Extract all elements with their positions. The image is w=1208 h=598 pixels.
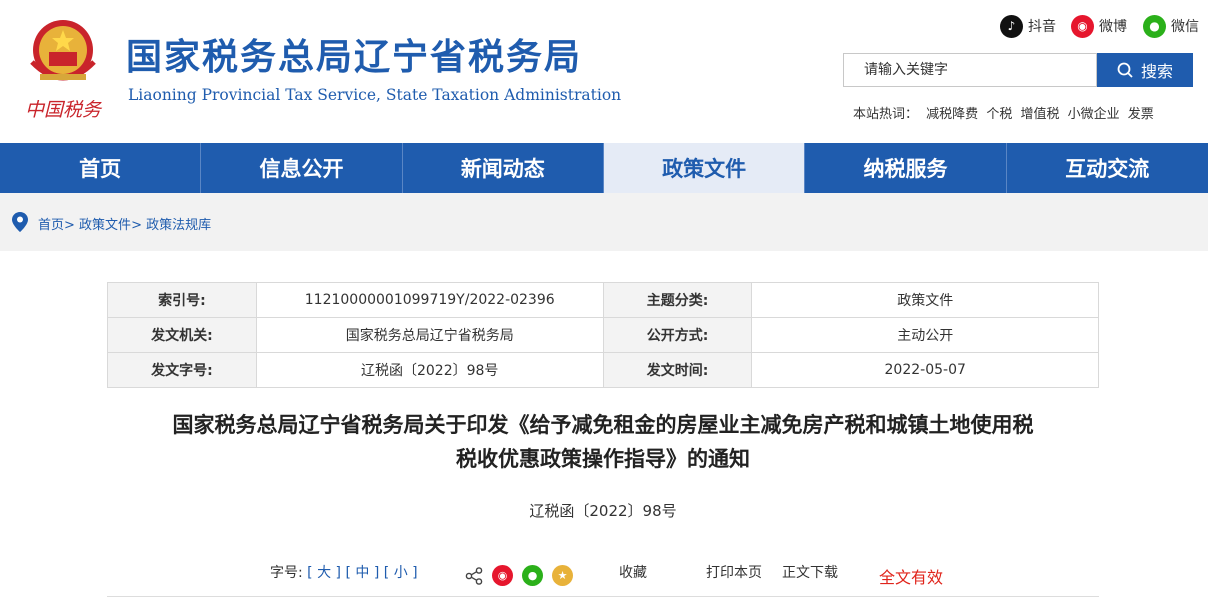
font-size-large-label: 大 — [317, 565, 332, 581]
breadcrumb: 首页> 政策文件> 政策法规库 — [38, 214, 211, 233]
table-row: 索引号: 11210000001099719Y/2022-02396 主题分类:… — [107, 282, 1099, 318]
table-row: 发文字号: 辽税函〔2022〕98号 发文时间: 2022-05-07 — [107, 352, 1099, 388]
search-button-label: 搜索 — [1140, 62, 1173, 81]
hot-word[interactable]: 减税降费 — [926, 107, 978, 122]
validity-status: 全文有效 — [879, 568, 944, 587]
hot-words-label: 本站热词： — [853, 107, 919, 122]
share-weibo-icon[interactable]: ◉ — [492, 565, 513, 586]
nav-item-tax-service[interactable]: 纳税服务 — [805, 143, 1007, 193]
douyin-label: 抖音 — [1028, 19, 1056, 35]
meta-key: 发文机关: — [107, 317, 257, 353]
print-button[interactable]: 打印本页 — [706, 562, 762, 582]
document-meta-table: 索引号: 11210000001099719Y/2022-02396 主题分类:… — [107, 282, 1099, 388]
emblem-lettering: 中国税务 — [25, 99, 103, 121]
douyin-icon: ♪ — [1000, 14, 1023, 38]
hot-word[interactable]: 增值税 — [1020, 107, 1059, 122]
nav-item-news[interactable]: 新闻动态 — [403, 143, 604, 193]
wechat-icon: ● — [1143, 14, 1166, 38]
breadcrumb-policy[interactable]: 政策文件 — [79, 218, 131, 233]
search-box — [843, 53, 1097, 87]
font-size-small-label: 小 — [393, 565, 408, 581]
meta-value: 11210000001099719Y/2022-02396 — [255, 282, 604, 318]
hot-word[interactable]: 个税 — [986, 107, 1012, 122]
meta-value: 国家税务总局辽宁省税务局 — [255, 317, 604, 353]
meta-value: 辽税函〔2022〕98号 — [255, 352, 604, 388]
main-nav: 首页 信息公开 新闻动态 政策文件 纳税服务 互动交流 — [0, 143, 1208, 193]
search-button[interactable]: 搜索 — [1097, 53, 1193, 87]
location-pin-icon — [12, 212, 28, 232]
share-qzone-icon[interactable]: ★ — [552, 565, 573, 586]
wechat-link[interactable]: ● 微信 — [1143, 14, 1199, 38]
meta-value: 政策文件 — [751, 282, 1099, 318]
hot-word[interactable]: 发票 — [1128, 107, 1154, 122]
font-size-label: 字号: — [270, 565, 303, 581]
search-icon — [1117, 62, 1133, 78]
share-wechat-icon[interactable]: ● — [522, 565, 543, 586]
nav-item-home[interactable]: 首页 — [0, 143, 202, 193]
favorite-button[interactable]: 收藏 — [619, 562, 647, 582]
nav-item-policy[interactable]: 政策文件 — [603, 143, 806, 193]
font-size-medium-button[interactable]: [ 中 ] — [345, 565, 379, 581]
weibo-icon: ◉ — [1071, 14, 1094, 38]
tax-emblem-logo: 中国税务 — [25, 20, 103, 121]
meta-key: 索引号: — [107, 282, 257, 318]
font-size-large-button[interactable]: [ 大 ] — [307, 565, 341, 581]
breadcrumb-policy-library[interactable]: 政策法规库 — [146, 218, 211, 233]
wechat-label: 微信 — [1171, 19, 1199, 35]
hot-word[interactable]: 小微企业 — [1068, 107, 1120, 122]
document-number: 辽税函〔2022〕98号 — [529, 502, 677, 520]
search-input[interactable] — [844, 54, 1094, 86]
breadcrumb-separator: > — [131, 218, 147, 233]
font-size-medium-label: 中 — [355, 565, 370, 581]
meta-key: 发文字号: — [107, 352, 257, 388]
nav-item-info-disclosure[interactable]: 信息公开 — [201, 143, 403, 193]
weibo-label: 微博 — [1099, 19, 1127, 35]
meta-key: 公开方式: — [602, 317, 753, 353]
font-size-switcher: 字号: [ 大 ] [ 中 ] [ 小 ] — [270, 562, 418, 582]
breadcrumb-home[interactable]: 首页 — [38, 218, 64, 233]
meta-value: 主动公开 — [751, 317, 1099, 353]
hot-words: 本站热词： 减税降费 个税 增值税 小微企业 发票 — [853, 103, 1158, 122]
table-row: 发文机关: 国家税务总局辽宁省税务局 公开方式: 主动公开 — [107, 317, 1099, 353]
breadcrumb-separator: > — [64, 218, 80, 233]
font-size-small-button[interactable]: [ 小 ] — [384, 565, 418, 581]
weibo-link[interactable]: ◉ 微博 — [1071, 14, 1127, 38]
meta-key: 发文时间: — [602, 352, 753, 388]
document-title: 国家税务总局辽宁省税务局关于印发《给予减免租金的房屋业主减免房产税和城镇土地使用… — [107, 408, 1099, 476]
divider — [107, 596, 1099, 597]
meta-value: 2022-05-07 — [751, 352, 1099, 388]
share-icon[interactable] — [465, 567, 483, 585]
douyin-link[interactable]: ♪ 抖音 — [1000, 14, 1056, 38]
document-title-line: 国家税务总局辽宁省税务局关于印发《给予减免租金的房屋业主减免房产税和城镇土地使用… — [172, 413, 1034, 437]
nav-item-interaction[interactable]: 互动交流 — [1007, 143, 1208, 193]
site-title: 国家税务总局辽宁省税务局 — [126, 37, 583, 78]
download-button[interactable]: 正文下载 — [782, 562, 838, 582]
meta-key: 主题分类: — [602, 282, 753, 318]
site-subtitle: Liaoning Provincial Tax Service, State T… — [128, 86, 622, 104]
document-title-line: 税收优惠政策操作指导》的通知 — [456, 447, 750, 471]
